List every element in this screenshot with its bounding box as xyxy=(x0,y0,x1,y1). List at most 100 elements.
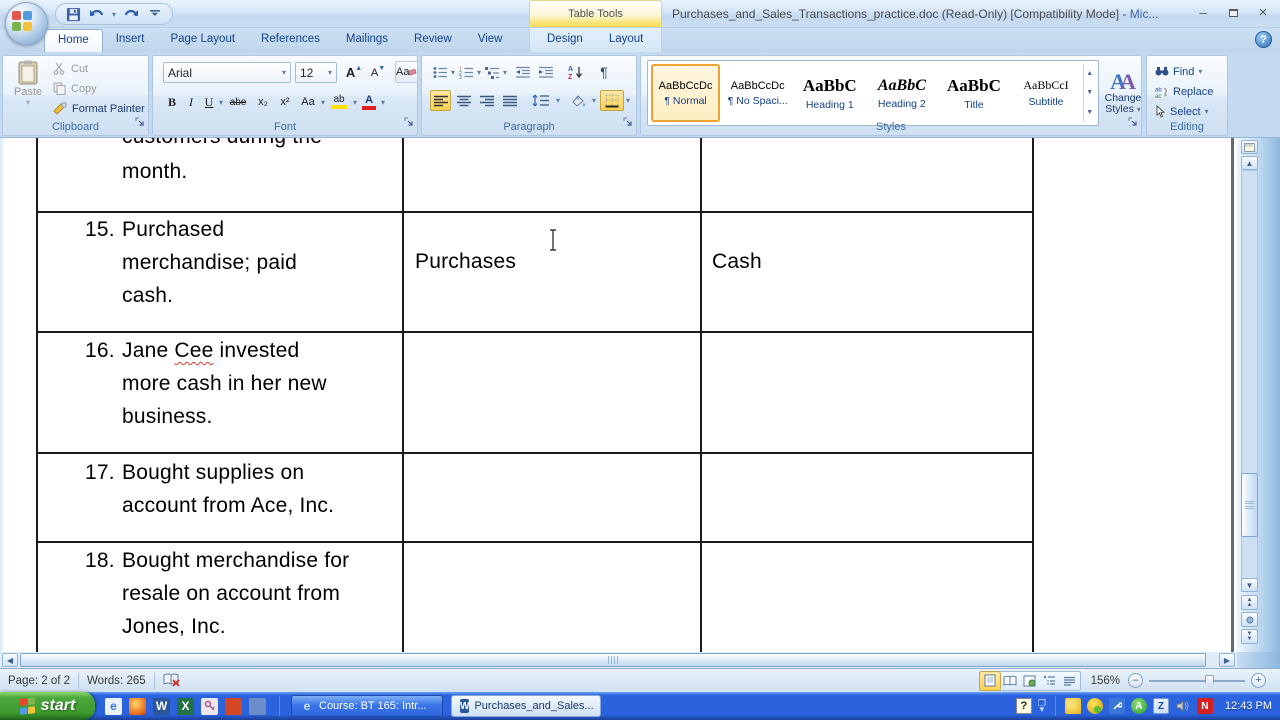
powerpoint-icon[interactable] xyxy=(225,697,242,715)
ruler-toggle-icon[interactable] xyxy=(1241,140,1258,154)
zoom-out-button[interactable]: – xyxy=(1128,673,1143,688)
style-heading1[interactable]: AaBbC Heading 1 xyxy=(795,64,864,122)
minimize-button[interactable]: – xyxy=(1194,5,1212,20)
tray-chevron-icon[interactable]: ❒ ▾ xyxy=(1038,699,1046,714)
multilevel-dropdown-icon[interactable]: ▾ xyxy=(503,68,507,77)
select-browse-object-icon[interactable] xyxy=(1241,612,1258,627)
align-left-button[interactable] xyxy=(430,90,451,111)
outline-view-icon[interactable] xyxy=(1040,672,1060,690)
start-button[interactable]: start xyxy=(0,692,95,720)
font-name-dropdown-icon[interactable]: ▾ xyxy=(282,68,286,77)
style-title[interactable]: AaBbC Title xyxy=(939,64,1008,122)
font-size-combo[interactable]: 12 ▾ xyxy=(295,62,337,83)
tray-help-icon[interactable]: ? xyxy=(1015,698,1032,714)
tab-review[interactable]: Review xyxy=(401,28,465,52)
underline-button[interactable]: U xyxy=(201,92,217,112)
line-spacing-icon[interactable] xyxy=(528,90,554,111)
tab-page-layout[interactable]: Page Layout xyxy=(157,28,248,52)
line-spacing-dropdown-icon[interactable]: ▾ xyxy=(556,96,560,105)
customize-qat-icon[interactable] xyxy=(146,5,164,23)
clear-formatting-button[interactable]: Aa xyxy=(395,61,418,83)
clipboard-dialog-launcher-icon[interactable] xyxy=(135,114,145,132)
taskbar-button-word-active[interactable]: W Purchases_and_Sales... xyxy=(451,695,601,717)
font-dialog-launcher-icon[interactable] xyxy=(404,114,414,132)
find-button[interactable]: Find ▾ xyxy=(1155,62,1202,81)
justify-button[interactable] xyxy=(499,90,520,111)
undo-icon[interactable] xyxy=(88,5,106,23)
style-normal[interactable]: AaBbCcDc ¶ Normal xyxy=(651,64,721,122)
copy-button[interactable]: Copy xyxy=(53,82,97,95)
zoom-slider-thumb[interactable] xyxy=(1205,674,1214,687)
draft-view-icon[interactable] xyxy=(1060,672,1080,690)
style-no-spacing[interactable]: AaBbCcDc ¶ No Spaci... xyxy=(723,64,792,122)
document-page[interactable]: customers during the month. 15. Purchase… xyxy=(0,138,1237,652)
styles-scroll-up-icon[interactable]: ▲ xyxy=(1084,64,1096,83)
volume-tray-icon[interactable] xyxy=(1175,698,1191,714)
update-shield-tray-icon[interactable] xyxy=(1086,698,1103,714)
zoom-level[interactable]: 156% xyxy=(1091,675,1120,687)
strikethrough-button[interactable]: abe xyxy=(225,92,251,112)
change-case-dropdown-icon[interactable]: ▾ xyxy=(321,98,325,107)
superscript-button[interactable]: x² xyxy=(275,92,295,112)
scroll-left-icon[interactable]: ◀ xyxy=(2,653,18,667)
increase-indent-icon[interactable] xyxy=(535,62,557,82)
styles-dialog-launcher-icon[interactable] xyxy=(1128,114,1138,132)
wrench-tray-icon[interactable] xyxy=(1108,698,1125,714)
word-count[interactable]: Words: 265 xyxy=(87,675,146,687)
print-layout-view-icon[interactable] xyxy=(978,670,1001,691)
numbering-icon[interactable]: 123 xyxy=(456,62,476,82)
styles-scroll-down-icon[interactable]: ▼ xyxy=(1084,83,1096,102)
multilevel-list-icon[interactable] xyxy=(482,62,502,82)
internet-explorer-icon[interactable]: e xyxy=(105,697,122,715)
save-icon[interactable] xyxy=(64,5,82,23)
horizontal-scroll-thumb[interactable] xyxy=(20,653,1206,667)
shading-dropdown-icon[interactable]: ▾ xyxy=(592,96,596,105)
style-heading2[interactable]: AaBbC Heading 2 xyxy=(867,64,936,122)
select-button[interactable]: Select ▾ xyxy=(1155,102,1209,121)
sort-icon[interactable]: AZ xyxy=(564,62,588,82)
change-case-button[interactable]: Aa xyxy=(297,92,319,112)
font-color-button[interactable]: A xyxy=(359,92,379,112)
style-subtitle[interactable]: AaBbCcI Subtitle xyxy=(1011,64,1080,122)
tab-mailings[interactable]: Mailings xyxy=(333,28,401,52)
zoom-slider[interactable] xyxy=(1149,674,1245,687)
page-indicator[interactable]: Page: 2 of 2 xyxy=(8,675,70,687)
align-center-button[interactable] xyxy=(453,90,474,111)
tab-home[interactable]: Home xyxy=(44,29,103,52)
borders-dropdown-icon[interactable]: ▾ xyxy=(626,96,630,105)
shrink-font-button[interactable]: A ▼ xyxy=(367,62,389,83)
shading-icon[interactable] xyxy=(566,90,590,111)
proofing-errors-icon[interactable] xyxy=(163,672,181,690)
numbering-dropdown-icon[interactable]: ▾ xyxy=(477,68,481,77)
grow-font-button[interactable]: A ▲ xyxy=(343,62,365,83)
font-name-combo[interactable]: Arial ▾ xyxy=(163,62,291,83)
tab-design[interactable]: Design xyxy=(534,28,596,52)
restore-button[interactable] xyxy=(1224,5,1242,20)
cut-button[interactable]: Cut xyxy=(53,62,88,75)
vertical-scroll-thumb[interactable] xyxy=(1241,473,1258,537)
zonealarm-tray-icon[interactable]: Z xyxy=(1152,698,1169,714)
bullets-dropdown-icon[interactable]: ▾ xyxy=(451,68,455,77)
tab-view[interactable]: View xyxy=(465,28,516,52)
messenger-tray-icon[interactable] xyxy=(1064,698,1081,714)
styles-more-icon[interactable]: ▼ xyxy=(1084,103,1096,122)
web-layout-view-icon[interactable] xyxy=(1020,672,1040,690)
paragraph-dialog-launcher-icon[interactable] xyxy=(623,114,633,132)
decrease-indent-icon[interactable] xyxy=(512,62,534,82)
scroll-right-icon[interactable]: ▶ xyxy=(1219,653,1235,667)
highlight-button[interactable]: ab xyxy=(327,92,351,112)
firefox-icon[interactable] xyxy=(129,697,146,715)
bold-button[interactable]: B xyxy=(163,92,181,112)
excel-icon[interactable]: X xyxy=(177,697,194,715)
zoom-in-button[interactable]: + xyxy=(1251,673,1266,688)
taskbar-clock[interactable]: 12:43 PM xyxy=(1225,700,1272,712)
undo-dropdown-icon[interactable]: ▾ xyxy=(112,10,116,19)
previous-page-icon[interactable]: ▲ ▲ xyxy=(1241,595,1258,610)
replace-button[interactable]: ab ac Replace xyxy=(1155,82,1213,101)
close-button[interactable]: × xyxy=(1254,4,1272,21)
redo-icon[interactable] xyxy=(122,5,140,23)
scroll-down-icon[interactable]: ▼ xyxy=(1241,578,1258,592)
font-size-dropdown-icon[interactable]: ▾ xyxy=(328,68,332,77)
next-page-icon[interactable]: ▼ ▼ xyxy=(1241,629,1258,644)
help-icon[interactable]: ? xyxy=(1255,31,1272,48)
